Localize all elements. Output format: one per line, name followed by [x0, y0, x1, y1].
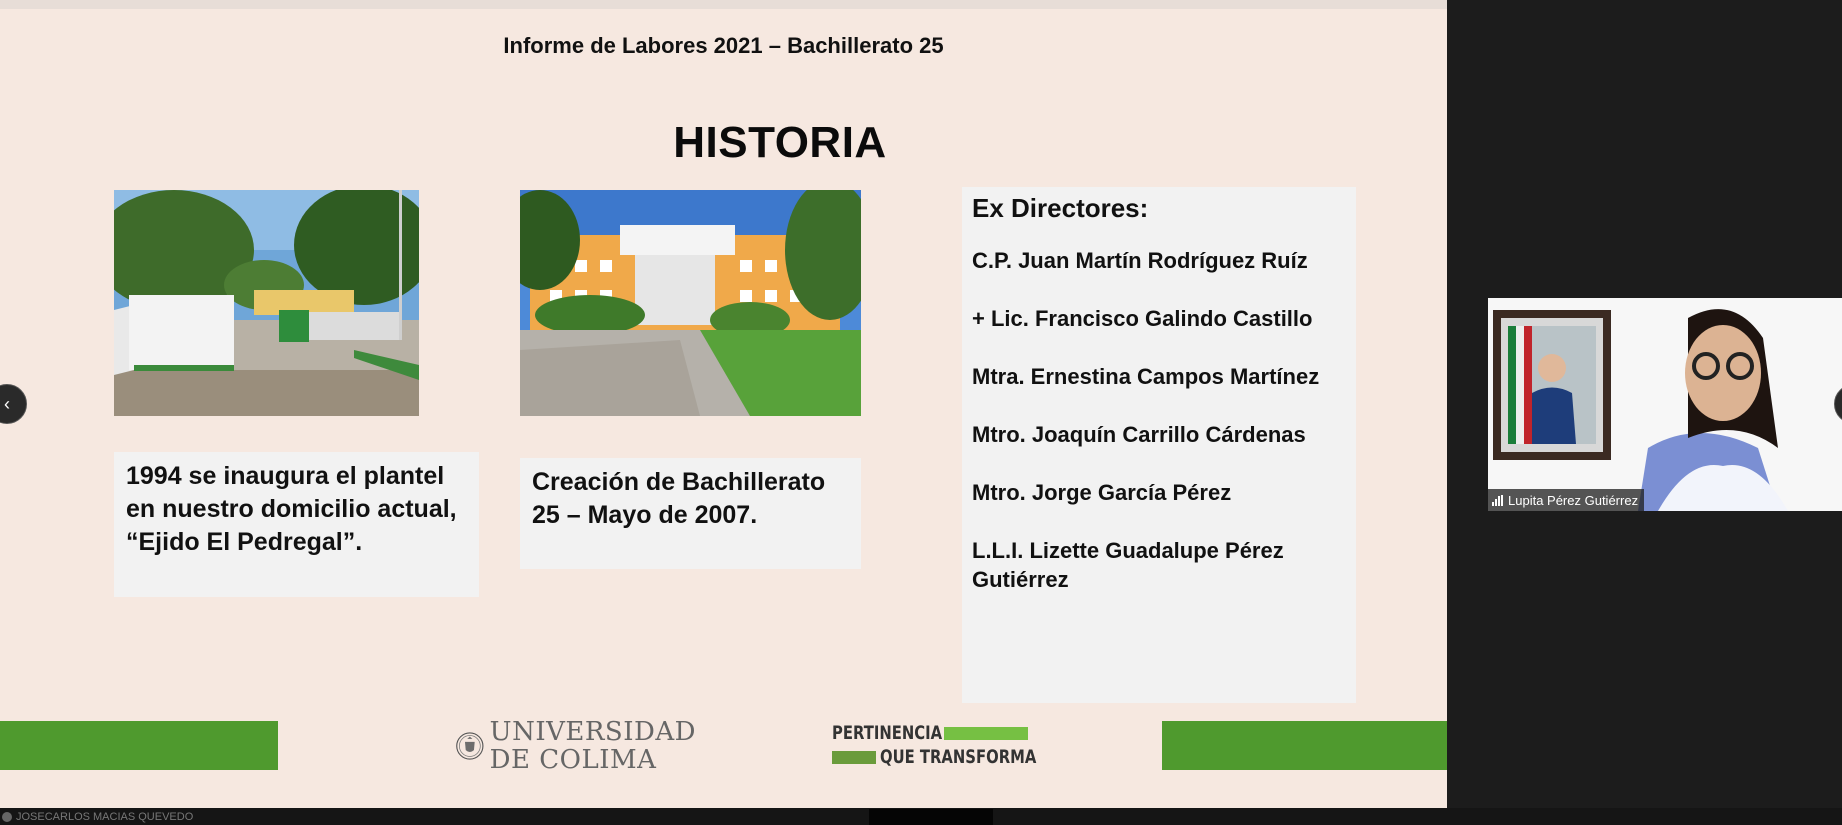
footer-green-bar-left [0, 721, 278, 770]
ex-directors-list: C.P. Juan Martín Rodríguez Ruíz + Lic. F… [972, 246, 1346, 594]
chevron-left-icon: ‹ [4, 393, 10, 414]
slide-header: Informe de Labores 2021 – Bachillerato 2… [503, 33, 944, 58]
ex-directors-heading: Ex Directores: [972, 193, 1149, 223]
director-item: Mtro. Jorge García Pérez [972, 480, 1232, 505]
pertinencia-logo: PERTINENCIA QUE TRANSFORMA [832, 722, 1036, 770]
slide-top-border [0, 0, 1447, 9]
caption-creation: Creación de Bachillerato 25 – Mayo de 20… [520, 458, 861, 569]
participant-video-frame [1488, 298, 1842, 511]
participant-name-tag: Lupita Pérez Gutiérrez [1488, 489, 1645, 511]
ex-directors-panel: Ex Directores: C.P. Juan Martín Rodrígue… [962, 187, 1356, 703]
speaker-name: JOSECARLOS MACIAS QUEVEDO [16, 811, 194, 823]
slogan-bar-bottom [832, 751, 876, 764]
participant-name: Lupita Pérez Gutiérrez [1508, 492, 1639, 508]
caption-inauguration: 1994 se inaugura el plantel en nuestro d… [114, 452, 479, 597]
university-seal-icon [456, 732, 484, 760]
active-speaker-label: JOSECARLOS MACIAS QUEVEDO [2, 811, 193, 823]
slogan-bar-top [944, 727, 1028, 740]
school-building-photo [520, 190, 861, 416]
director-item: + Lic. Francisco Galindo Castillo [972, 306, 1313, 331]
universidad-de-colima-logo: UNIVERSIDAD DE COLIMA [456, 707, 696, 785]
slogan-line1: PERTINENCIA [832, 722, 943, 744]
shared-slide: Informe de Labores 2021 – Bachillerato 2… [0, 0, 1447, 808]
director-item: Mtro. Joaquín Carrillo Cárdenas [972, 422, 1306, 447]
slogan-line2: QUE TRANSFORMA [880, 746, 1037, 768]
view-options-tab[interactable] [869, 809, 993, 825]
microphone-icon [2, 812, 12, 822]
participant-video-tile[interactable]: Lupita Pérez Gutiérrez [1488, 298, 1842, 511]
footer-green-bar-right [1162, 721, 1447, 770]
university-name-line1: UNIVERSIDAD [489, 717, 696, 747]
university-name-line2: DE COLIMA [489, 745, 657, 775]
meeting-window: Informe de Labores 2021 – Bachillerato 2… [0, 0, 1842, 825]
campus-entrance-photo [114, 190, 419, 416]
slide-title: HISTORIA [673, 118, 887, 167]
signal-strength-icon [1492, 494, 1503, 506]
director-item: C.P. Juan Martín Rodríguez Ruíz [972, 248, 1308, 273]
director-item: L.L.I. Lizette Guadalupe Pérez Gutiérrez [972, 538, 1284, 592]
director-item: Mtra. Ernestina Campos Martínez [972, 364, 1320, 389]
